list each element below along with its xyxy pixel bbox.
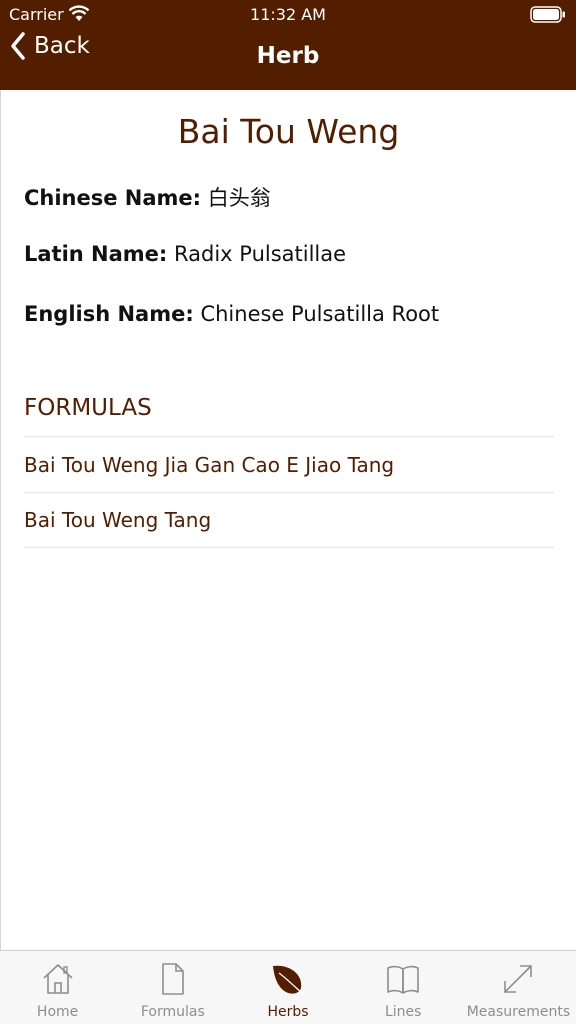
battery-icon (530, 6, 565, 23)
tab-herbs-label: Herbs (267, 1004, 309, 1020)
english-name-label: English Name: (24, 302, 194, 326)
tab-lines-label: Lines (384, 1004, 422, 1020)
english-name-field: English Name: Chinese Pulsatilla Root (24, 302, 439, 326)
book-icon (387, 965, 420, 994)
latin-name-value: Radix Pulsatillae (174, 242, 347, 266)
tab-home[interactable]: Home (0, 951, 115, 1024)
formulas-section-header: FORMULAS (24, 395, 152, 421)
document-icon (161, 963, 184, 995)
tab-bar: Home Formulas Herbs Lines Measurements (0, 950, 576, 1024)
herb-detail-content: Bai Tou Weng Chinese Name: 白头翁 Latin Nam… (0, 90, 576, 950)
resize-arrow-icon (504, 965, 533, 993)
latin-name-label: Latin Name: (24, 242, 168, 266)
tab-formulas-label: Formulas (140, 1004, 205, 1020)
formula-link[interactable]: Bai Tou Weng Tang (24, 492, 554, 548)
tab-lines[interactable]: Lines (346, 951, 461, 1024)
home-icon (43, 964, 73, 994)
nav-title: Herb (256, 43, 320, 69)
tab-measurements[interactable]: Measurements (461, 951, 576, 1024)
tab-herbs[interactable]: Herbs (230, 951, 345, 1024)
leaf-icon (273, 965, 305, 996)
chinese-name-label: Chinese Name: (24, 186, 202, 210)
herb-title: Bai Tou Weng (177, 112, 400, 151)
navigation-header: Carrier 11:32 AM Back Herb (0, 0, 576, 90)
tab-home-label: Home (36, 1004, 79, 1020)
english-name-value: Chinese Pulsatilla Root (200, 302, 440, 326)
chinese-name-field: Chinese Name: 白头翁 (24, 182, 271, 212)
chinese-name-value: 白头翁 (207, 186, 271, 210)
latin-name-field: Latin Name: Radix Pulsatillae (24, 242, 346, 266)
tab-measurements-label: Measurements (466, 1004, 571, 1020)
status-bar: Carrier 11:32 AM (0, 0, 576, 30)
formula-link[interactable]: Bai Tou Weng Jia Gan Cao E Jiao Tang (24, 436, 554, 492)
status-time: 11:32 AM (250, 5, 326, 24)
tab-formulas[interactable]: Formulas (115, 951, 230, 1024)
formula-list: Bai Tou Weng Jia Gan Cao E Jiao Tang Bai… (24, 436, 554, 548)
